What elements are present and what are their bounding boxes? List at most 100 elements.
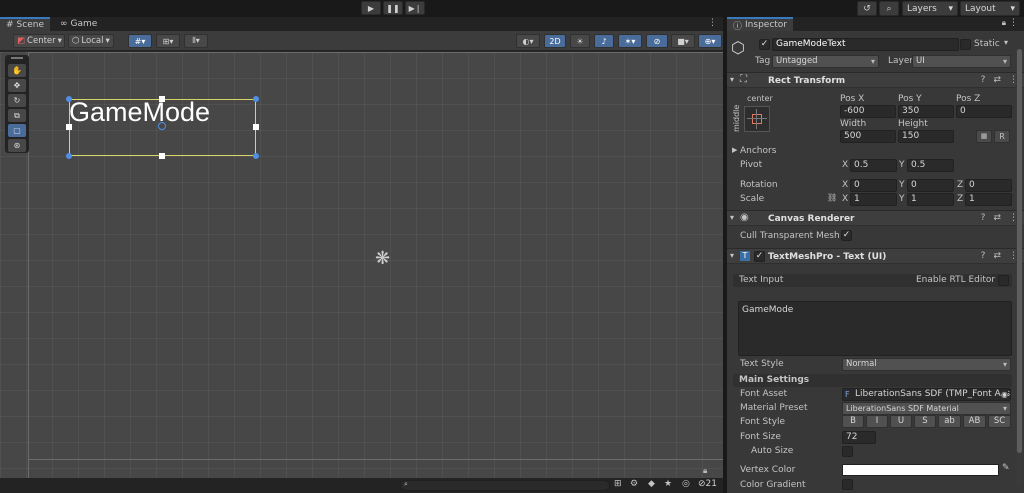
active-checkbox[interactable]: ✓ xyxy=(759,39,770,50)
move-tool-button[interactable]: ✥ xyxy=(8,79,26,92)
lock-icon[interactable]: 🔒︎ xyxy=(1002,18,1006,28)
foldout-arrow-icon[interactable]: ▾ xyxy=(730,213,734,222)
layer-dropdown[interactable]: UI xyxy=(912,55,1011,68)
rotation-z-field[interactable]: 0 xyxy=(965,179,1012,192)
tab-scene[interactable]: # Scene xyxy=(0,17,50,31)
edge-handle-bottom[interactable] xyxy=(159,153,165,159)
history-button[interactable]: ↺ xyxy=(857,1,877,16)
pos-y-field[interactable]: 350 xyxy=(898,105,954,118)
search-field[interactable]: ⌕ xyxy=(400,480,610,491)
underline-button[interactable]: U xyxy=(890,415,912,428)
preset-icon[interactable]: ⇄ xyxy=(993,251,1001,261)
object-picker-icon[interactable]: ◉ xyxy=(1001,389,1008,400)
help-icon[interactable]: ? xyxy=(981,75,986,85)
align-button[interactable]: ⦀▾ xyxy=(184,34,208,48)
snap-increment-button[interactable]: ⊞▾ xyxy=(156,34,180,48)
auto-size-checkbox[interactable] xyxy=(842,446,853,457)
more-options-icon[interactable]: ⋮ xyxy=(708,18,717,28)
italic-button[interactable]: I xyxy=(866,415,888,428)
filter-icon[interactable]: ⚙ xyxy=(630,479,638,489)
help-icon[interactable]: ? xyxy=(981,213,986,223)
effects-button[interactable]: ✶▾ xyxy=(618,34,642,48)
lock-icon[interactable]: 🔒︎ xyxy=(703,466,707,476)
foldout-arrow-icon[interactable]: ▾ xyxy=(730,251,734,260)
link-icon[interactable]: ⛓ xyxy=(827,193,837,202)
gizmos-button[interactable]: ⊕▾ xyxy=(698,34,722,48)
anchor-preset-button[interactable] xyxy=(744,106,770,132)
drag-handle-icon[interactable] xyxy=(11,57,23,59)
tmp-enabled-checkbox[interactable]: ✓ xyxy=(754,251,765,262)
pivot-x-field[interactable]: 0.5 xyxy=(850,159,897,172)
tmp-header[interactable]: ▾ T ✓ TextMeshPro - Text (UI) ? ⇄ ⋮ xyxy=(727,248,1024,264)
anchors-label[interactable]: Anchors xyxy=(740,146,776,156)
help-icon[interactable]: ? xyxy=(981,251,986,261)
strikethrough-button[interactable]: S xyxy=(914,415,936,428)
object-name-field[interactable]: GameModeText xyxy=(772,38,959,51)
edge-handle-top[interactable] xyxy=(159,96,165,102)
pivot-handle[interactable] xyxy=(158,122,166,130)
height-field[interactable]: 150 xyxy=(898,130,954,143)
foldout-arrow-icon[interactable]: ▾ xyxy=(730,75,734,84)
corner-handle-bl[interactable] xyxy=(66,153,72,159)
corner-handle-br[interactable] xyxy=(253,153,259,159)
rotate-tool-button[interactable]: ↻ xyxy=(8,94,26,107)
more-options-icon[interactable]: ⋮ xyxy=(1009,18,1018,28)
search-button[interactable]: ⌕ xyxy=(879,1,899,16)
play-button[interactable]: ▶ xyxy=(361,1,381,15)
pause-button[interactable]: ❚❚ xyxy=(383,1,403,15)
corner-handle-tr[interactable] xyxy=(253,96,259,102)
preset-icon[interactable]: ⇄ xyxy=(993,213,1001,223)
tab-inspector[interactable]: ⓘ Inspector xyxy=(727,17,793,32)
rotation-y-field[interactable]: 0 xyxy=(907,179,954,192)
grid-snap-button[interactable]: #▾ xyxy=(128,34,152,48)
tag-icon[interactable]: ◆ xyxy=(648,479,655,489)
bold-button[interactable]: B xyxy=(842,415,864,428)
pos-x-field[interactable]: -600 xyxy=(840,105,896,118)
eyedropper-icon[interactable]: ✎ xyxy=(1002,463,1010,473)
pos-z-field[interactable]: 0 xyxy=(956,105,1012,118)
foldout-arrow-icon[interactable]: ▶ xyxy=(732,146,737,154)
rect-transform-header[interactable]: ▾ ⛶ Rect Transform ? ⇄ ⋮ xyxy=(727,72,1024,88)
material-preset-dropdown[interactable]: LiberationSans SDF Material xyxy=(842,402,1011,415)
scene-text-object[interactable]: GameMode xyxy=(69,97,210,127)
scale-x-field[interactable]: 1 xyxy=(850,193,897,206)
vertex-color-swatch[interactable] xyxy=(842,464,999,476)
smallcaps-button[interactable]: SC xyxy=(988,415,1011,428)
text-input-area[interactable]: GameMode xyxy=(738,301,1012,356)
mode-2d-button[interactable]: 2D xyxy=(544,34,566,48)
audio-button[interactable]: ♪ xyxy=(594,34,614,48)
scale-z-field[interactable]: 1 xyxy=(965,193,1012,206)
rtl-checkbox[interactable] xyxy=(998,275,1009,286)
uppercase-button[interactable]: AB xyxy=(963,415,986,428)
corner-handle-tl[interactable] xyxy=(66,96,72,102)
chevron-down-icon[interactable]: ▾ xyxy=(1004,38,1008,47)
transform-tool-button[interactable]: ⊛ xyxy=(8,139,26,152)
layout-dropdown[interactable]: Layout ▾ xyxy=(960,1,1020,16)
inspector-scrollbar[interactable] xyxy=(1016,49,1022,485)
edge-handle-right[interactable] xyxy=(253,124,259,130)
rotation-x-field[interactable]: 0 xyxy=(850,179,897,192)
text-style-dropdown[interactable]: Normal xyxy=(842,358,1011,371)
lighting-button[interactable]: ☀ xyxy=(570,34,590,48)
space-dropdown[interactable]: ⬡ Local ▾ xyxy=(68,34,114,48)
layers-dropdown[interactable]: Layers ▾ xyxy=(902,1,958,16)
blueprint-button[interactable]: ▦ xyxy=(976,130,992,143)
anchor-flower-icon[interactable]: ❋ xyxy=(375,248,390,269)
canvas-renderer-header[interactable]: ▾ ◉ Canvas Renderer ? ⇄ ⋮ xyxy=(727,210,1024,226)
scene-viewport[interactable]: ✋ ✥ ↻ ⧉ ▢ ⊛ GameMode ❋ xyxy=(0,52,723,478)
camera-button[interactable]: ■▾ xyxy=(671,34,695,48)
static-checkbox[interactable] xyxy=(960,39,971,50)
scale-y-field[interactable]: 1 xyxy=(907,193,954,206)
raw-edit-button[interactable]: R xyxy=(994,130,1010,143)
color-gradient-checkbox[interactable] xyxy=(842,479,853,490)
visibility-button[interactable]: ⊘ xyxy=(646,34,668,48)
width-field[interactable]: 500 xyxy=(840,130,896,143)
lowercase-button[interactable]: ab xyxy=(938,415,961,428)
step-button[interactable]: ▶❘ xyxy=(405,1,425,15)
draw-mode-button[interactable]: ◐▾ xyxy=(516,34,540,48)
pivot-y-field[interactable]: 0.5 xyxy=(907,159,954,172)
preset-icon[interactable]: ⇄ xyxy=(993,75,1001,85)
font-asset-field[interactable]: F LiberationSans SDF (TMP_Font Asset) ◉ xyxy=(842,388,1011,401)
tag-dropdown[interactable]: Untagged xyxy=(772,55,879,68)
hidden-count[interactable]: ⊘21 xyxy=(698,479,717,489)
